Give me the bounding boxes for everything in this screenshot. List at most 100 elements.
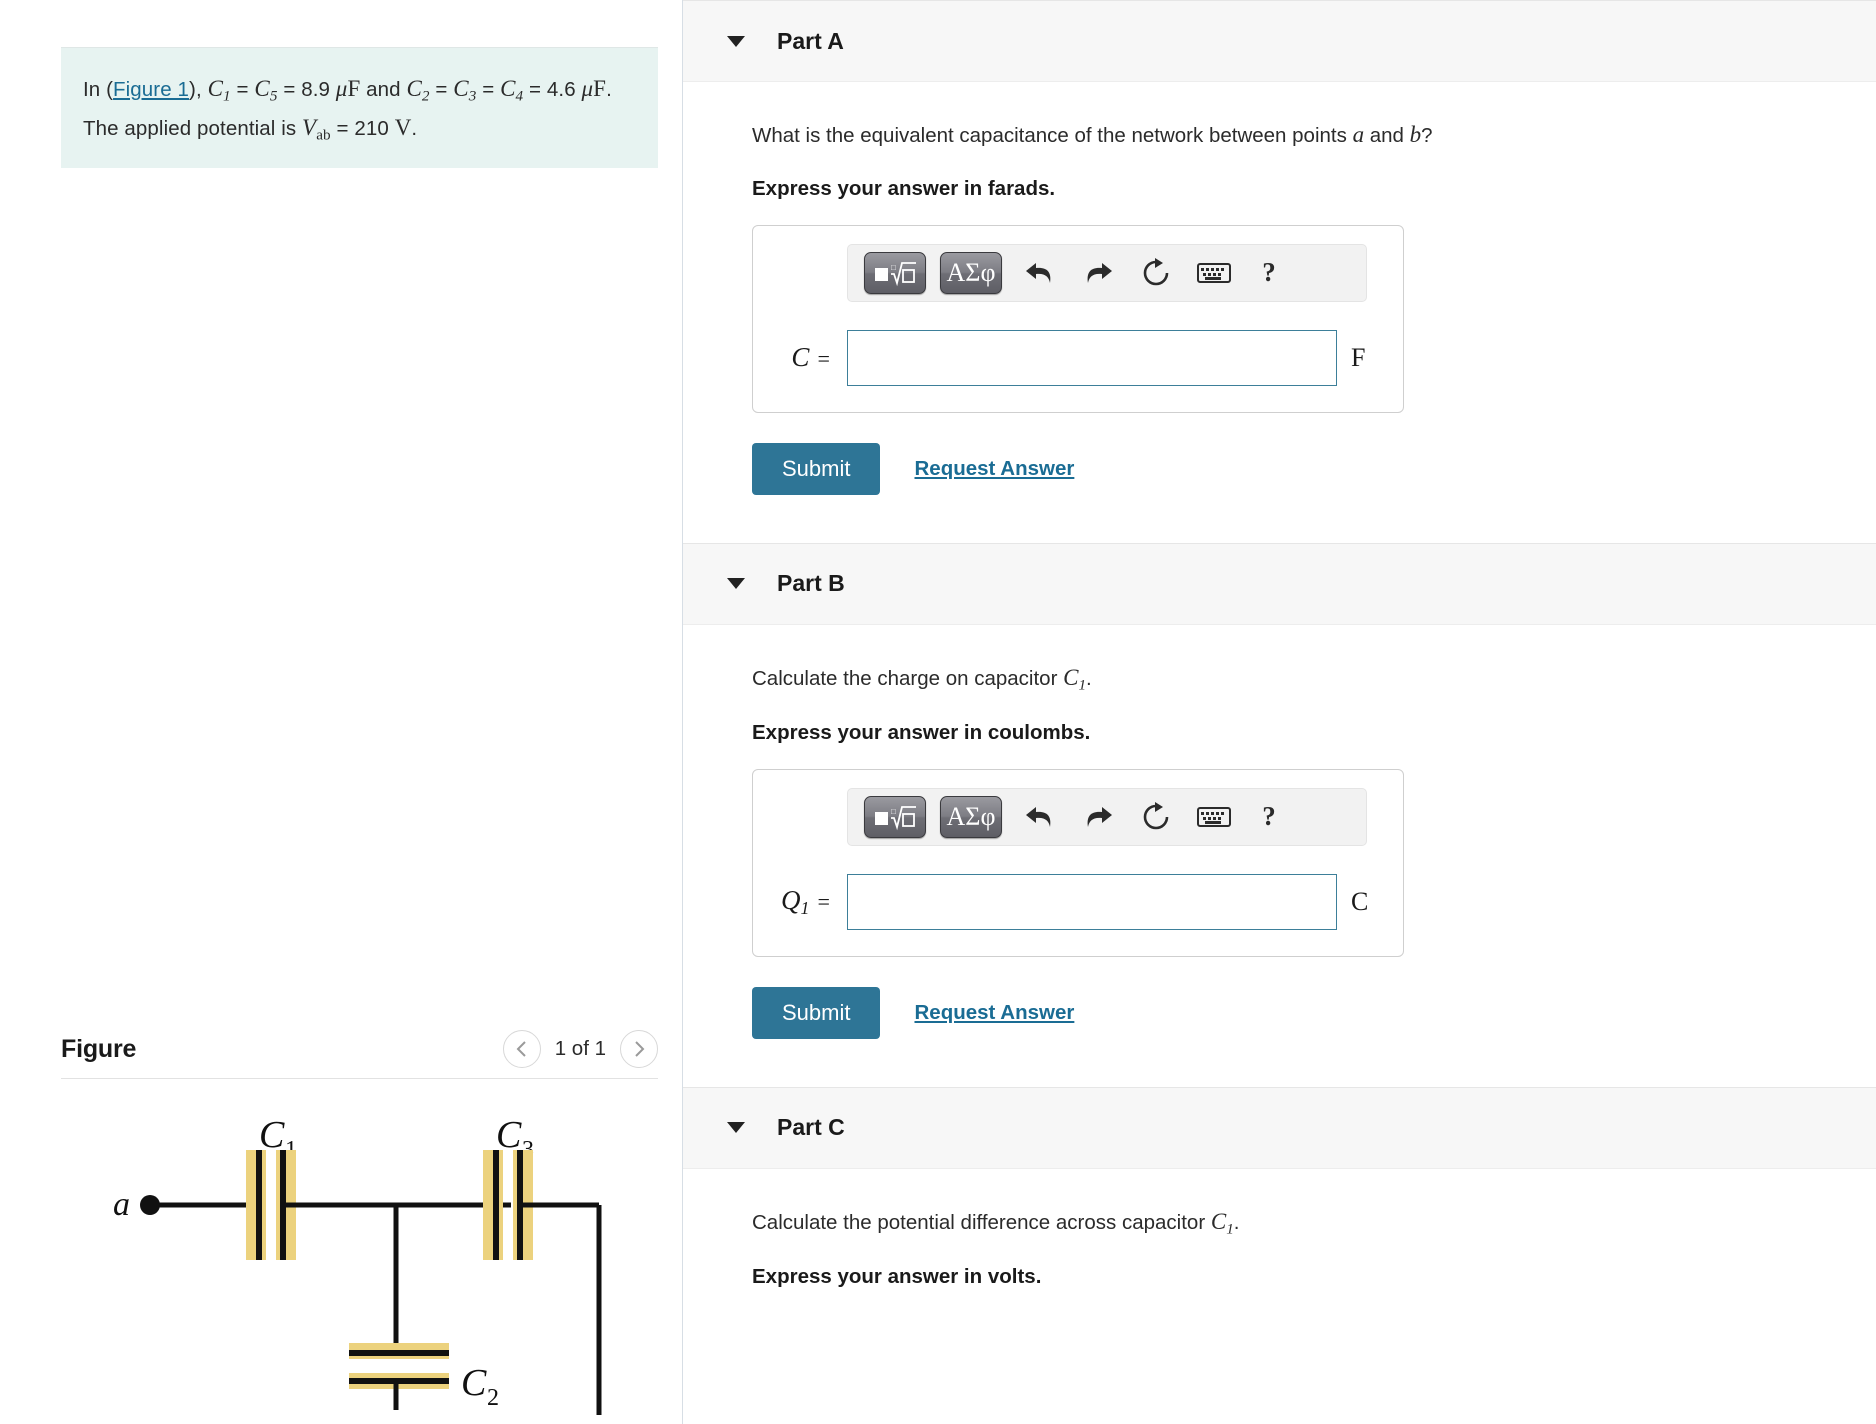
part-a-title: Part A	[777, 27, 844, 54]
capacitor-c1-symbol: C1	[1063, 664, 1087, 693]
template-math-button[interactable]: □	[864, 251, 926, 294]
part-a-math-toolbar: □ ΑΣφ ?	[847, 243, 1367, 302]
part-a-header[interactable]: Part A	[683, 0, 1876, 82]
keyboard-icon[interactable]	[1194, 797, 1234, 837]
point-b-symbol: b	[1409, 122, 1422, 147]
eq-3: =	[429, 78, 454, 101]
part-c-question-pre: Calculate the potential difference acros…	[752, 1210, 1211, 1234]
part-c-header[interactable]: Part C	[683, 1086, 1876, 1169]
problem-statement-text: In (Figure 1), C1 = C5 = 8.9 μμFF and C2…	[83, 70, 636, 148]
capacitor-c1-symbol: C1	[1210, 1208, 1234, 1237]
eq-6: =	[330, 116, 355, 140]
figure-panel-title: Figure	[61, 1034, 137, 1063]
part-a-unit-label: F	[1351, 342, 1366, 372]
part-a-answer-card: □ ΑΣφ ? C = F	[752, 224, 1404, 413]
part-a-actions: Submit Request Answer	[752, 442, 1832, 495]
symbol-c1: C1	[207, 76, 231, 105]
part-b-header[interactable]: Part B	[683, 542, 1876, 625]
caret-down-icon[interactable]	[727, 1122, 745, 1134]
figure-1-link[interactable]: Figure 1	[113, 78, 189, 101]
part-b-submit-button[interactable]: Submit	[752, 986, 881, 1039]
part-a-question-pre: What is the equivalent capacitance of th…	[752, 124, 1353, 147]
part-c-question-post: .	[1233, 1210, 1240, 1234]
value-8-9: 8.9	[301, 78, 336, 101]
unit-microfarad-2: μF	[581, 76, 607, 101]
greek-symbols-button[interactable]: ΑΣφ	[940, 251, 1002, 294]
undo-arrow-icon[interactable]	[1020, 253, 1060, 293]
svg-text:C: C	[259, 1114, 285, 1156]
chevron-right-icon[interactable]	[620, 1030, 658, 1068]
part-a-question: What is the equivalent capacitance of th…	[752, 118, 1832, 153]
figure-divider	[61, 1078, 658, 1079]
greek-symbols-label: ΑΣφ	[946, 801, 996, 831]
eq-2: =	[277, 78, 302, 101]
symbol-c5: C5	[254, 76, 278, 105]
part-b-unit-label: C	[1351, 886, 1369, 916]
eq-1: =	[230, 78, 255, 101]
template-math-button[interactable]: □	[864, 795, 926, 838]
part-a-question-post: ?	[1421, 124, 1433, 147]
answer-panel: Part A What is the equivalent capacitanc…	[683, 0, 1876, 1424]
figure-count-label: 1 of 1	[554, 1037, 606, 1060]
svg-text:□: □	[891, 263, 896, 272]
figure-header: Figure 1 of 1	[61, 1030, 658, 1068]
caret-down-icon[interactable]	[727, 35, 745, 47]
greek-symbols-button[interactable]: ΑΣφ	[940, 795, 1002, 838]
figure-navigation: 1 of 1	[502, 1030, 658, 1068]
part-b-express-instruction: Express your answer in coulombs.	[752, 720, 1091, 744]
part-b-math-toolbar: □ ΑΣφ ?	[847, 787, 1367, 846]
part-a-answer-input[interactable]	[847, 329, 1337, 386]
part-b-body: Calculate the charge on capacitor C1. Ex…	[683, 625, 1876, 1087]
symbol-c4: C4	[500, 76, 524, 105]
help-button[interactable]: ?	[1252, 257, 1286, 288]
part-a-question-mid: and	[1364, 124, 1410, 147]
redo-arrow-icon[interactable]	[1078, 797, 1118, 837]
part-c-title: Part C	[777, 1114, 845, 1141]
part-a-body: What is the equivalent capacitance of th…	[683, 82, 1876, 543]
part-b-answer-input[interactable]	[847, 873, 1337, 930]
redo-arrow-icon[interactable]	[1078, 253, 1118, 293]
part-b-variable-label: Q1 =	[780, 884, 831, 918]
svg-text:a: a	[113, 1186, 130, 1223]
conjunction-and: and	[360, 78, 407, 101]
part-c-body: Calculate the potential difference acros…	[683, 1169, 1876, 1323]
problem-statement: In (Figure 1), C1 = C5 = 8.9 μμFF and C2…	[61, 47, 658, 168]
problem-prefix: In (	[83, 78, 114, 101]
eq-4: =	[476, 78, 501, 101]
svg-text:C: C	[461, 1362, 487, 1404]
part-b-actions: Submit Request Answer	[752, 986, 1832, 1039]
value-4-6: 4.6	[546, 78, 582, 101]
part-a-variable-label: C =	[791, 342, 831, 372]
part-a-input-row: C = F	[775, 329, 1381, 386]
svg-text:2: 2	[487, 1385, 499, 1411]
undo-arrow-icon[interactable]	[1020, 797, 1060, 837]
part-c-question: Calculate the potential difference acros…	[752, 1205, 1832, 1241]
part-b-input-row: Q1 = C	[775, 873, 1381, 930]
keyboard-icon[interactable]	[1194, 253, 1234, 293]
greek-symbols-label: ΑΣφ	[946, 257, 996, 287]
eq-5: =	[523, 78, 547, 101]
symbol-c2: C2	[406, 76, 430, 105]
caret-down-icon[interactable]	[727, 578, 745, 589]
part-b-question-pre: Calculate the charge on capacitor	[752, 666, 1064, 690]
chevron-left-icon[interactable]	[502, 1030, 541, 1068]
part-b-question-post: .	[1086, 666, 1092, 690]
circuit-diagram: C 1 C 3 a	[61, 1105, 661, 1415]
homework-page: In (Figure 1), C1 = C5 = 8.9 μμFF and C2…	[0, 0, 1876, 1424]
part-a-request-answer-link[interactable]: Request Answer	[914, 457, 1074, 481]
help-button[interactable]: ?	[1252, 801, 1286, 832]
part-b-request-answer-link[interactable]: Request Answer	[914, 1001, 1074, 1025]
problem-after-link: ),	[189, 78, 208, 101]
part-c-express-instruction: Express your answer in volts.	[752, 1264, 1042, 1288]
unit-volt: V	[394, 114, 412, 140]
symbol-vab: Vab	[302, 114, 331, 144]
reset-circular-arrow-icon[interactable]	[1136, 253, 1176, 293]
part-b-title: Part B	[777, 570, 845, 596]
period: .	[411, 116, 418, 140]
problem-panel: In (Figure 1), C1 = C5 = 8.9 μμFF and C2…	[0, 0, 683, 1424]
part-a-submit-button[interactable]: Submit	[752, 442, 881, 495]
symbol-c3: C3	[453, 76, 477, 105]
reset-circular-arrow-icon[interactable]	[1136, 797, 1176, 837]
value-210: 210	[354, 116, 395, 140]
part-b-answer-card: □ ΑΣφ ? Q1 = C	[752, 768, 1404, 957]
